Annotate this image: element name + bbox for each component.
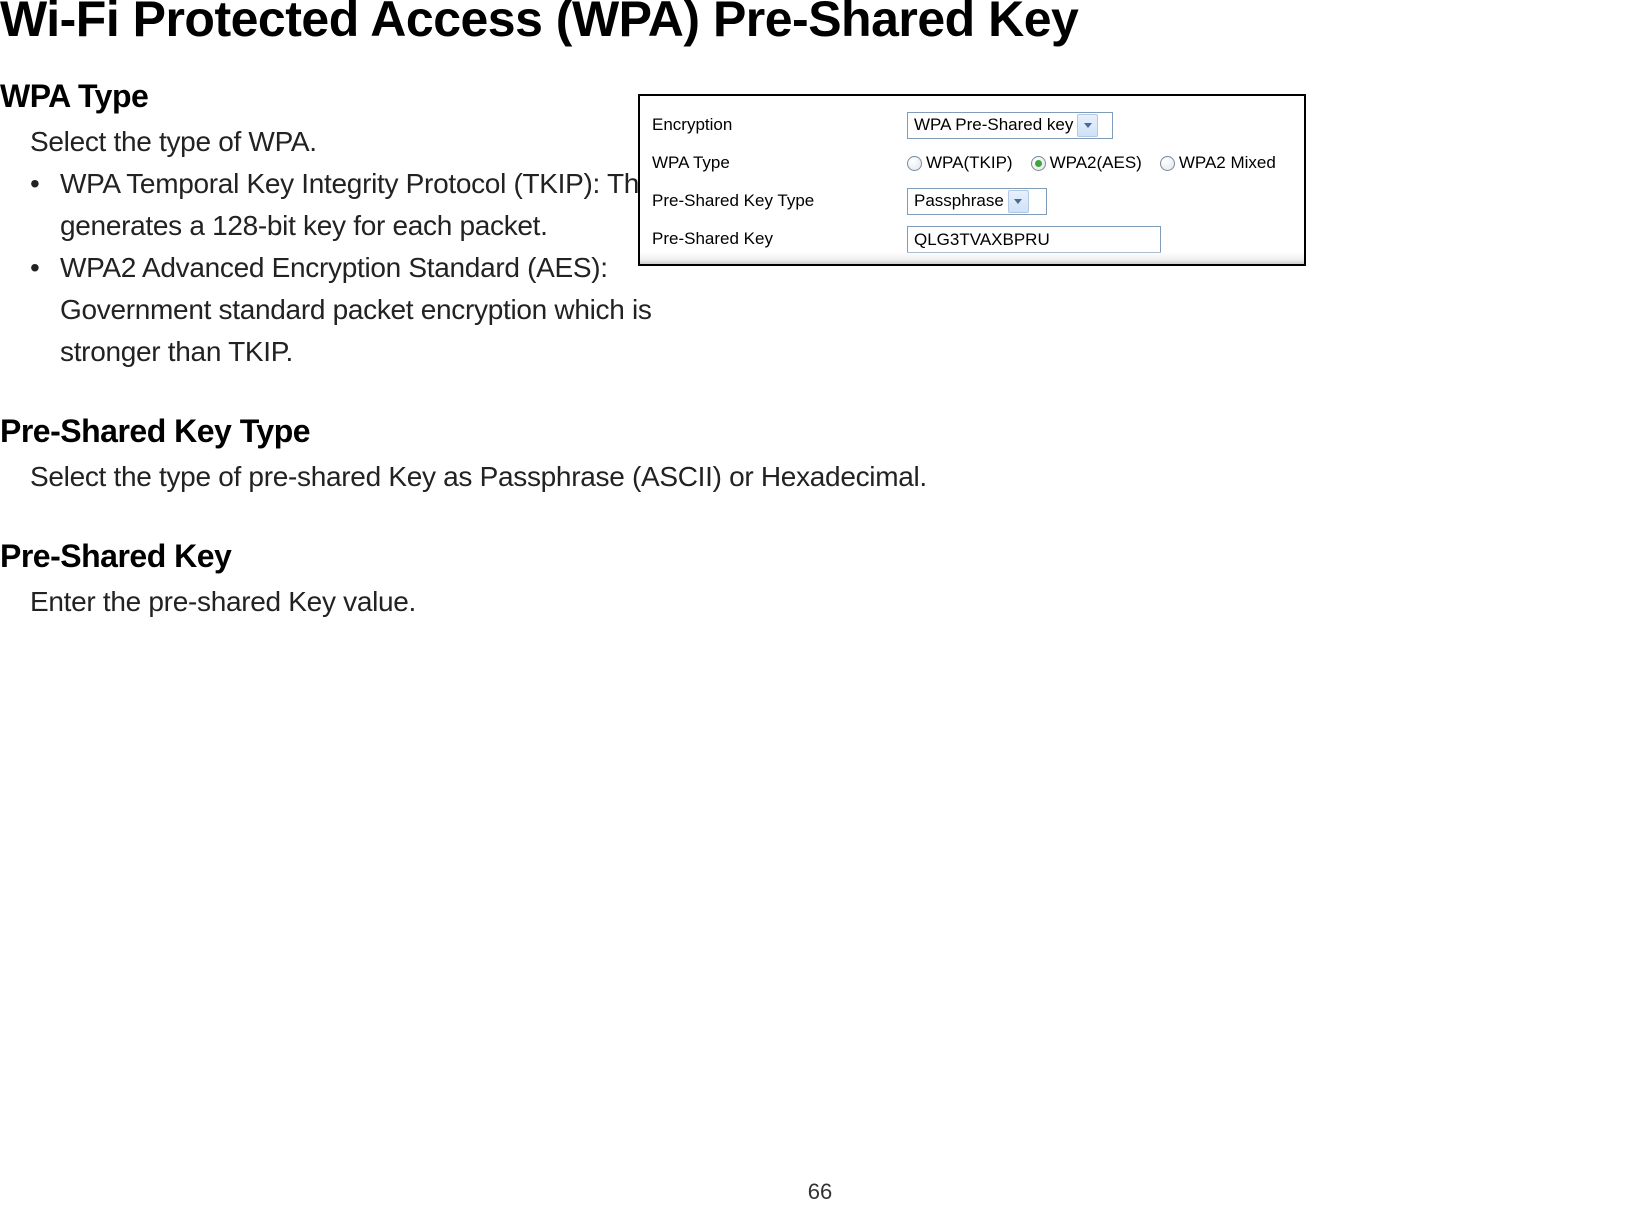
text-psk: Enter the pre-shared Key value.: [0, 581, 980, 623]
encryption-select-value: WPA Pre-Shared key: [914, 115, 1073, 135]
row-psk-type: Pre-Shared Key Type Passphrase: [652, 182, 1292, 220]
radio-wpa-tkip[interactable]: WPA(TKIP): [907, 153, 1013, 173]
radio-wpa-tkip-label: WPA(TKIP): [926, 153, 1013, 173]
radio-wpa2-mixed[interactable]: WPA2 Mixed: [1160, 153, 1276, 173]
radio-wpa2-aes-label: WPA2(AES): [1050, 153, 1142, 173]
psk-type-select[interactable]: Passphrase: [907, 188, 1047, 215]
settings-panel: Encryption WPA Pre-Shared key WPA Type W…: [638, 94, 1306, 266]
encryption-select[interactable]: WPA Pre-Shared key: [907, 112, 1113, 139]
psk-input[interactable]: QLG3TVAXBPRU: [907, 226, 1161, 253]
bullet-wpa-tkip: WPA Temporal Key Integrity Protocol (TKI…: [30, 163, 675, 247]
page-title: Wi-Fi Protected Access (WPA) Pre-Shared …: [0, 0, 1078, 48]
radio-icon: [1160, 156, 1175, 171]
radio-wpa2-aes[interactable]: WPA2(AES): [1031, 153, 1142, 173]
radio-icon: [1031, 156, 1046, 171]
text-psk-type: Select the type of pre-shared Key as Pas…: [0, 456, 980, 498]
section-psk: Pre-Shared Key Enter the pre-shared Key …: [0, 538, 980, 623]
psk-type-select-value: Passphrase: [914, 191, 1004, 211]
label-wpa-type: WPA Type: [652, 153, 907, 173]
heading-psk: Pre-Shared Key: [0, 538, 980, 575]
chevron-down-icon: [1077, 114, 1098, 137]
radio-icon: [907, 156, 922, 171]
wpa-type-radiogroup: WPA(TKIP) WPA2(AES) WPA2 Mixed: [907, 153, 1276, 173]
label-psk-type: Pre-Shared Key Type: [652, 191, 907, 211]
row-encryption: Encryption WPA Pre-Shared key: [652, 106, 1292, 144]
section-psk-type: Pre-Shared Key Type Select the type of p…: [0, 413, 980, 498]
heading-psk-type: Pre-Shared Key Type: [0, 413, 980, 450]
chevron-down-icon: [1008, 190, 1029, 213]
page-number: 66: [0, 1179, 1640, 1205]
label-psk: Pre-Shared Key: [652, 229, 907, 249]
label-encryption: Encryption: [652, 115, 907, 135]
panel-shadow: [640, 252, 1304, 264]
row-wpa-type: WPA Type WPA(TKIP) WPA2(AES) WPA2 Mixed: [652, 144, 1292, 182]
bullet-wpa2-aes: WPA2 Advanced Encryption Standard (AES):…: [30, 247, 675, 373]
radio-wpa2-mixed-label: WPA2 Mixed: [1179, 153, 1276, 173]
